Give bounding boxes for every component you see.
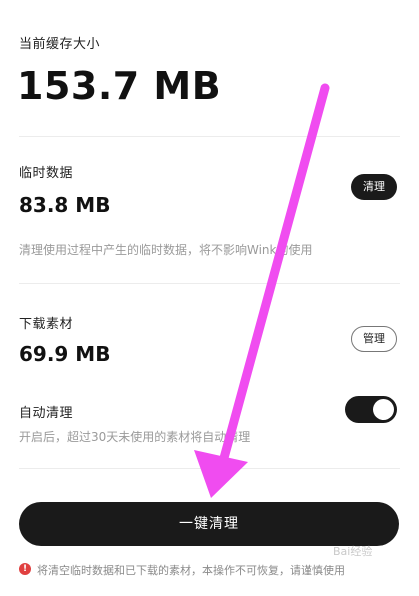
temp-data-size: 83.8 MB bbox=[19, 193, 111, 217]
toggle-knob bbox=[373, 399, 394, 420]
auto-clean-toggle[interactable] bbox=[345, 396, 397, 423]
auto-clean-description: 开启后，超过30天未使用的素材将自动清理 bbox=[19, 430, 251, 444]
manage-downloads-button[interactable]: 管理 bbox=[351, 326, 397, 352]
warning-text: 将清空临时数据和已下载的素材，本操作不可恢复，请谨慎使用 bbox=[37, 564, 345, 577]
cache-title: 当前缓存大小 bbox=[19, 37, 101, 52]
cache-total-size: 153.7 MB bbox=[17, 64, 222, 108]
divider bbox=[19, 283, 400, 284]
divider bbox=[19, 136, 400, 137]
temp-data-label: 临时数据 bbox=[19, 166, 74, 181]
one-key-clean-button[interactable]: 一键清理 bbox=[19, 502, 399, 546]
downloads-label: 下载素材 bbox=[19, 317, 74, 332]
clean-temp-button[interactable]: 清理 bbox=[351, 174, 397, 200]
downloads-size: 69.9 MB bbox=[19, 342, 111, 366]
watermark-logo: Bai经验 bbox=[333, 545, 373, 558]
auto-clean-label: 自动清理 bbox=[19, 406, 74, 421]
warning-icon: ! bbox=[19, 563, 31, 575]
divider bbox=[19, 468, 400, 469]
temp-data-description: 清理使用过程中产生的临时数据，将不影响Wink的使用 bbox=[19, 243, 313, 257]
